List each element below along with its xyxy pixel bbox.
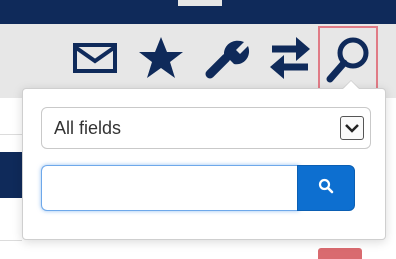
divider bbox=[0, 240, 22, 241]
search-group bbox=[41, 165, 355, 211]
search-icon bbox=[325, 35, 371, 85]
swap-arrows-icon[interactable] bbox=[266, 34, 314, 82]
chevron-down-icon[interactable] bbox=[340, 116, 364, 140]
search-icon bbox=[318, 178, 334, 199]
search-submit-button[interactable] bbox=[297, 165, 355, 211]
divider bbox=[0, 134, 22, 135]
popover-arrow-fill bbox=[343, 81, 359, 89]
search-field-select-value: All fields bbox=[54, 118, 122, 138]
search-popover: All fields bbox=[22, 88, 386, 240]
background-header-block bbox=[0, 152, 22, 198]
star-icon[interactable] bbox=[134, 34, 188, 82]
wrench-icon[interactable] bbox=[202, 34, 254, 82]
search-input[interactable] bbox=[41, 165, 299, 211]
mail-icon[interactable] bbox=[70, 34, 120, 82]
top-nav-tab bbox=[178, 0, 222, 6]
background-button[interactable] bbox=[318, 248, 362, 259]
search-field-select[interactable]: All fields bbox=[41, 107, 371, 149]
